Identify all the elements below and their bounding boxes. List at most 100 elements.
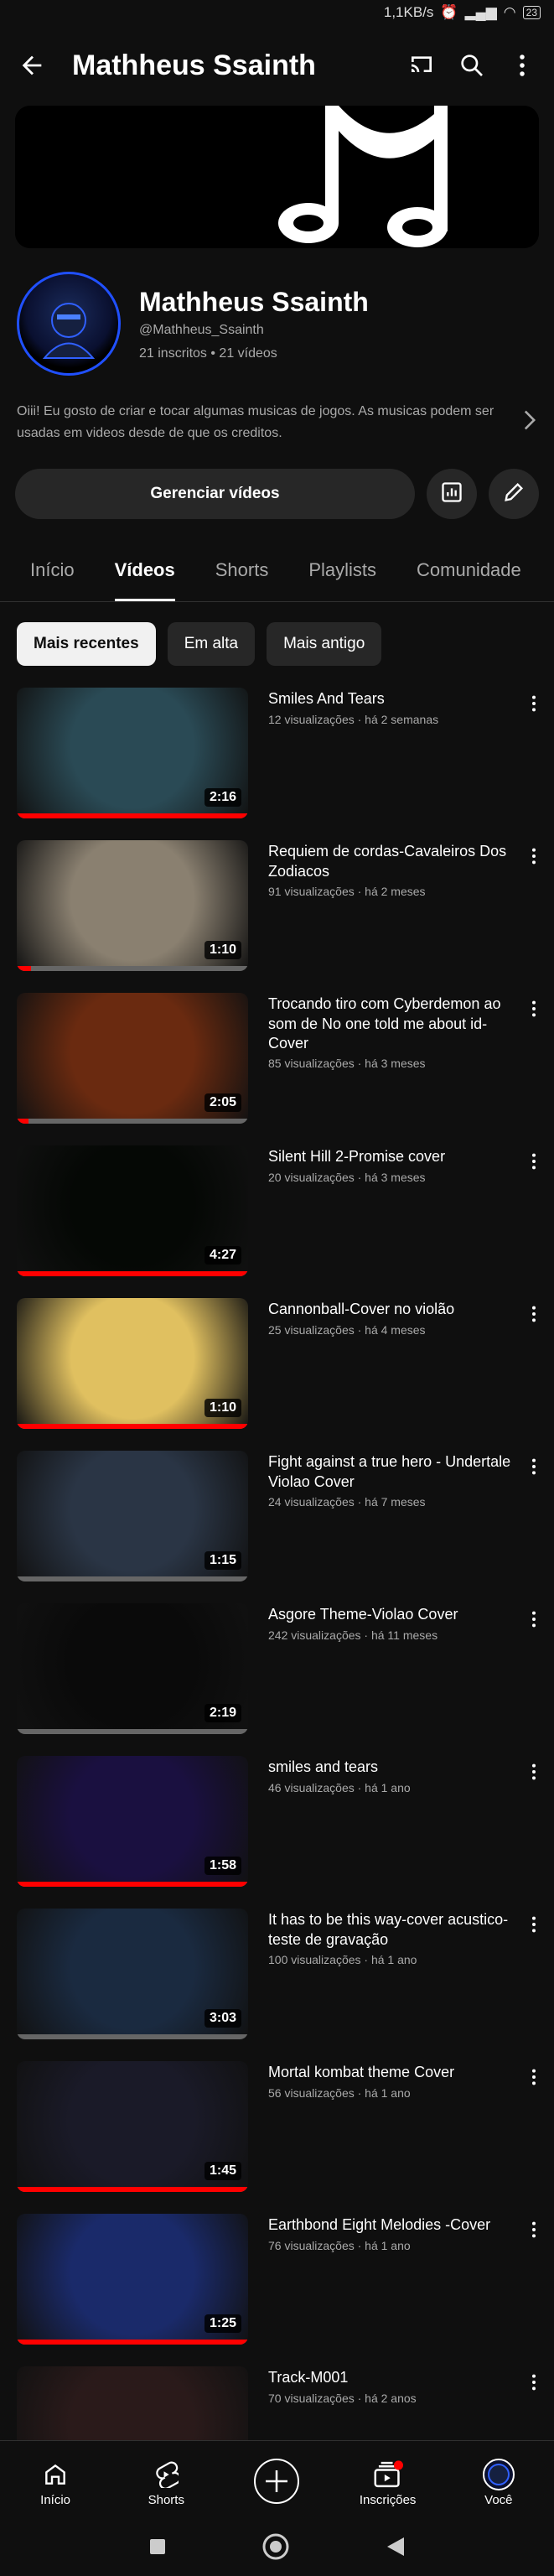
more-vert-icon[interactable] [526,1454,542,1479]
channel-tabs: Início Vídeos Shorts Playlists Comunidad… [0,539,554,603]
video-title[interactable]: It has to be this way-cover acustico-tes… [268,1910,515,1950]
channel-description[interactable]: Oiii! Eu gosto de criar e tocar algumas … [0,376,554,444]
video-meta: 20 visualizações · há 3 meses [268,1170,426,1184]
video-duration: 2:16 [204,788,241,808]
video-item[interactable]: 4:27 Silent Hill 2-Promise cover 20 visu… [0,1145,554,1281]
more-vert-icon[interactable] [526,1607,542,1632]
analytics-button[interactable] [427,469,477,520]
video-meta: 25 visualizações · há 4 meses [268,1322,426,1337]
back-triangle-icon[interactable] [386,2536,406,2562]
video-item[interactable]: 1:10 Requiem de cordas-Cavaleiros Dos Zo… [0,840,554,976]
chip-oldest[interactable]: Mais antigo [267,622,382,667]
video-title[interactable]: Smiles And Tears [268,689,515,709]
video-duration: 2:19 [204,1704,241,1723]
video-duration: 1:15 [204,1551,241,1571]
video-item[interactable]: 2:05 Trocando tiro com Cyberdemon ao som… [0,993,554,1129]
video-meta: 91 visualizações · há 2 meses [268,884,426,898]
description-text: Oiii! Eu gosto de criar e tocar algumas … [17,404,494,440]
video-title[interactable]: Requiem de cordas-Cavaleiros Dos Zodiaco… [268,842,515,881]
video-thumbnail[interactable]: 2:16 [17,688,248,819]
progress-track [17,1119,248,1124]
video-title[interactable]: Fight against a true hero - Undertale Vi… [268,1452,515,1492]
tab-home[interactable]: Início [15,539,95,601]
more-vert-icon[interactable] [526,2064,542,2090]
video-item[interactable]: 3:03 It has to be this way-cover acustic… [0,1909,554,2044]
tab-playlists[interactable]: Playlists [288,539,396,601]
video-title[interactable]: Mortal kombat theme Cover [268,2063,515,2082]
channel-profile: Mathheus Ssainth @Mathheus_Ssainth 21 in… [0,248,554,376]
video-item[interactable]: 1:10 Cannonball-Cover no violão 25 visua… [0,1298,554,1434]
video-thumbnail[interactable]: 3:03 [17,1909,248,2040]
profile-avatar-icon [482,2456,515,2493]
more-vert-icon[interactable] [526,2217,542,2242]
video-item[interactable]: 2:19 Asgore Theme-Violao Cover 242 visua… [0,1603,554,1739]
more-vert-icon[interactable] [526,691,542,716]
chip-most-recent[interactable]: Mais recentes [17,622,156,667]
tab-community[interactable]: Comunidade [396,539,541,601]
video-item[interactable]: 2:16 Smiles And Tears 12 visualizações ·… [0,688,554,823]
nav-subscriptions[interactable]: Inscrições [342,2456,434,2507]
manage-videos-button[interactable]: Gerenciar vídeos [15,469,415,520]
avatar[interactable] [17,272,121,376]
home-circle-icon[interactable] [261,2532,290,2565]
nav-home-label: Início [40,2492,71,2507]
video-thumbnail[interactable]: 2:05 [17,993,248,1124]
video-thumbnail[interactable]: 1:10 [17,840,248,972]
video-meta: 46 visualizações · há 1 ano [268,1780,411,1794]
more-vert-icon[interactable] [526,996,542,1021]
recents-square-icon[interactable] [148,2537,167,2560]
video-title[interactable]: Silent Hill 2-Promise cover [268,1147,515,1166]
video-item[interactable]: 1:58 smiles and tears 46 visualizações ·… [0,1756,554,1892]
nav-shorts[interactable]: Shorts [120,2456,212,2507]
page-title: Mathheus Ssainth [72,49,316,81]
progress-track [17,2034,248,2040]
video-meta: 242 visualizações · há 11 meses [268,1628,438,1642]
video-thumbnail[interactable]: 2:19 [17,1603,248,1735]
tab-videos[interactable]: Vídeos [95,539,195,602]
progress-bar [17,2187,248,2193]
video-title[interactable]: Cannonball-Cover no violão [268,1300,515,1319]
more-vert-icon[interactable] [526,1759,542,1784]
progress-bar [17,1882,248,1888]
video-thumbnail[interactable]: 1:45 [17,2061,248,2193]
video-thumbnail[interactable]: 1:15 [17,1451,248,1582]
back-arrow-icon[interactable] [15,49,49,82]
bottom-navigation: Início Shorts Inscrições Você [0,2440,554,2521]
video-meta: 24 visualizações · há 7 meses [268,1494,426,1509]
nav-create[interactable] [230,2456,323,2506]
video-title[interactable]: Asgore Theme-Violao Cover [268,1605,515,1624]
video-item[interactable]: 1:15 Fight against a true hero - Underta… [0,1451,554,1587]
tab-shorts[interactable]: Shorts [195,539,289,601]
progress-bar [17,2340,248,2345]
sort-chips: Mais recentes Em alta Mais antigo [0,602,554,667]
more-vert-icon[interactable] [526,1912,542,1937]
video-duration: 1:10 [204,941,241,960]
search-icon[interactable] [455,49,489,82]
video-item[interactable]: 1:45 Mortal kombat theme Cover 56 visual… [0,2061,554,2197]
chip-popular[interactable]: Em alta [167,622,256,667]
progress-track [17,1576,248,1582]
video-duration: 3:03 [204,2009,241,2028]
nav-home[interactable]: Início [9,2456,101,2507]
nav-you[interactable]: Você [453,2456,545,2507]
video-title[interactable]: Earthbond Eight Melodies -Cover [268,2215,515,2235]
video-thumbnail[interactable]: 1:58 [17,1756,248,1888]
video-thumbnail[interactable]: 4:27 [17,1145,248,1277]
edit-channel-button[interactable] [489,469,539,520]
video-thumbnail[interactable]: 1:10 [17,1298,248,1430]
video-thumbnail[interactable]: 1:25 [17,2214,248,2345]
video-title[interactable]: Trocando tiro com Cyberdemon ao som de N… [268,995,515,1053]
more-vert-icon[interactable] [526,2370,542,2395]
more-vert-icon[interactable] [526,844,542,869]
home-icon [42,2456,69,2493]
cast-icon[interactable] [405,49,438,82]
video-item[interactable]: 1:25 Earthbond Eight Melodies -Cover 76 … [0,2214,554,2350]
more-options-icon[interactable] [505,49,539,82]
video-title[interactable]: Track-M001 [268,2368,515,2387]
video-title[interactable]: smiles and tears [268,1758,515,1777]
more-vert-icon[interactable] [526,1301,542,1327]
video-duration: 4:27 [204,1246,241,1265]
more-vert-icon[interactable] [526,1149,542,1174]
channel-stats: 21 inscritos • 21 vídeos [139,345,277,361]
network-speed: 1,1KB/s [383,4,434,20]
